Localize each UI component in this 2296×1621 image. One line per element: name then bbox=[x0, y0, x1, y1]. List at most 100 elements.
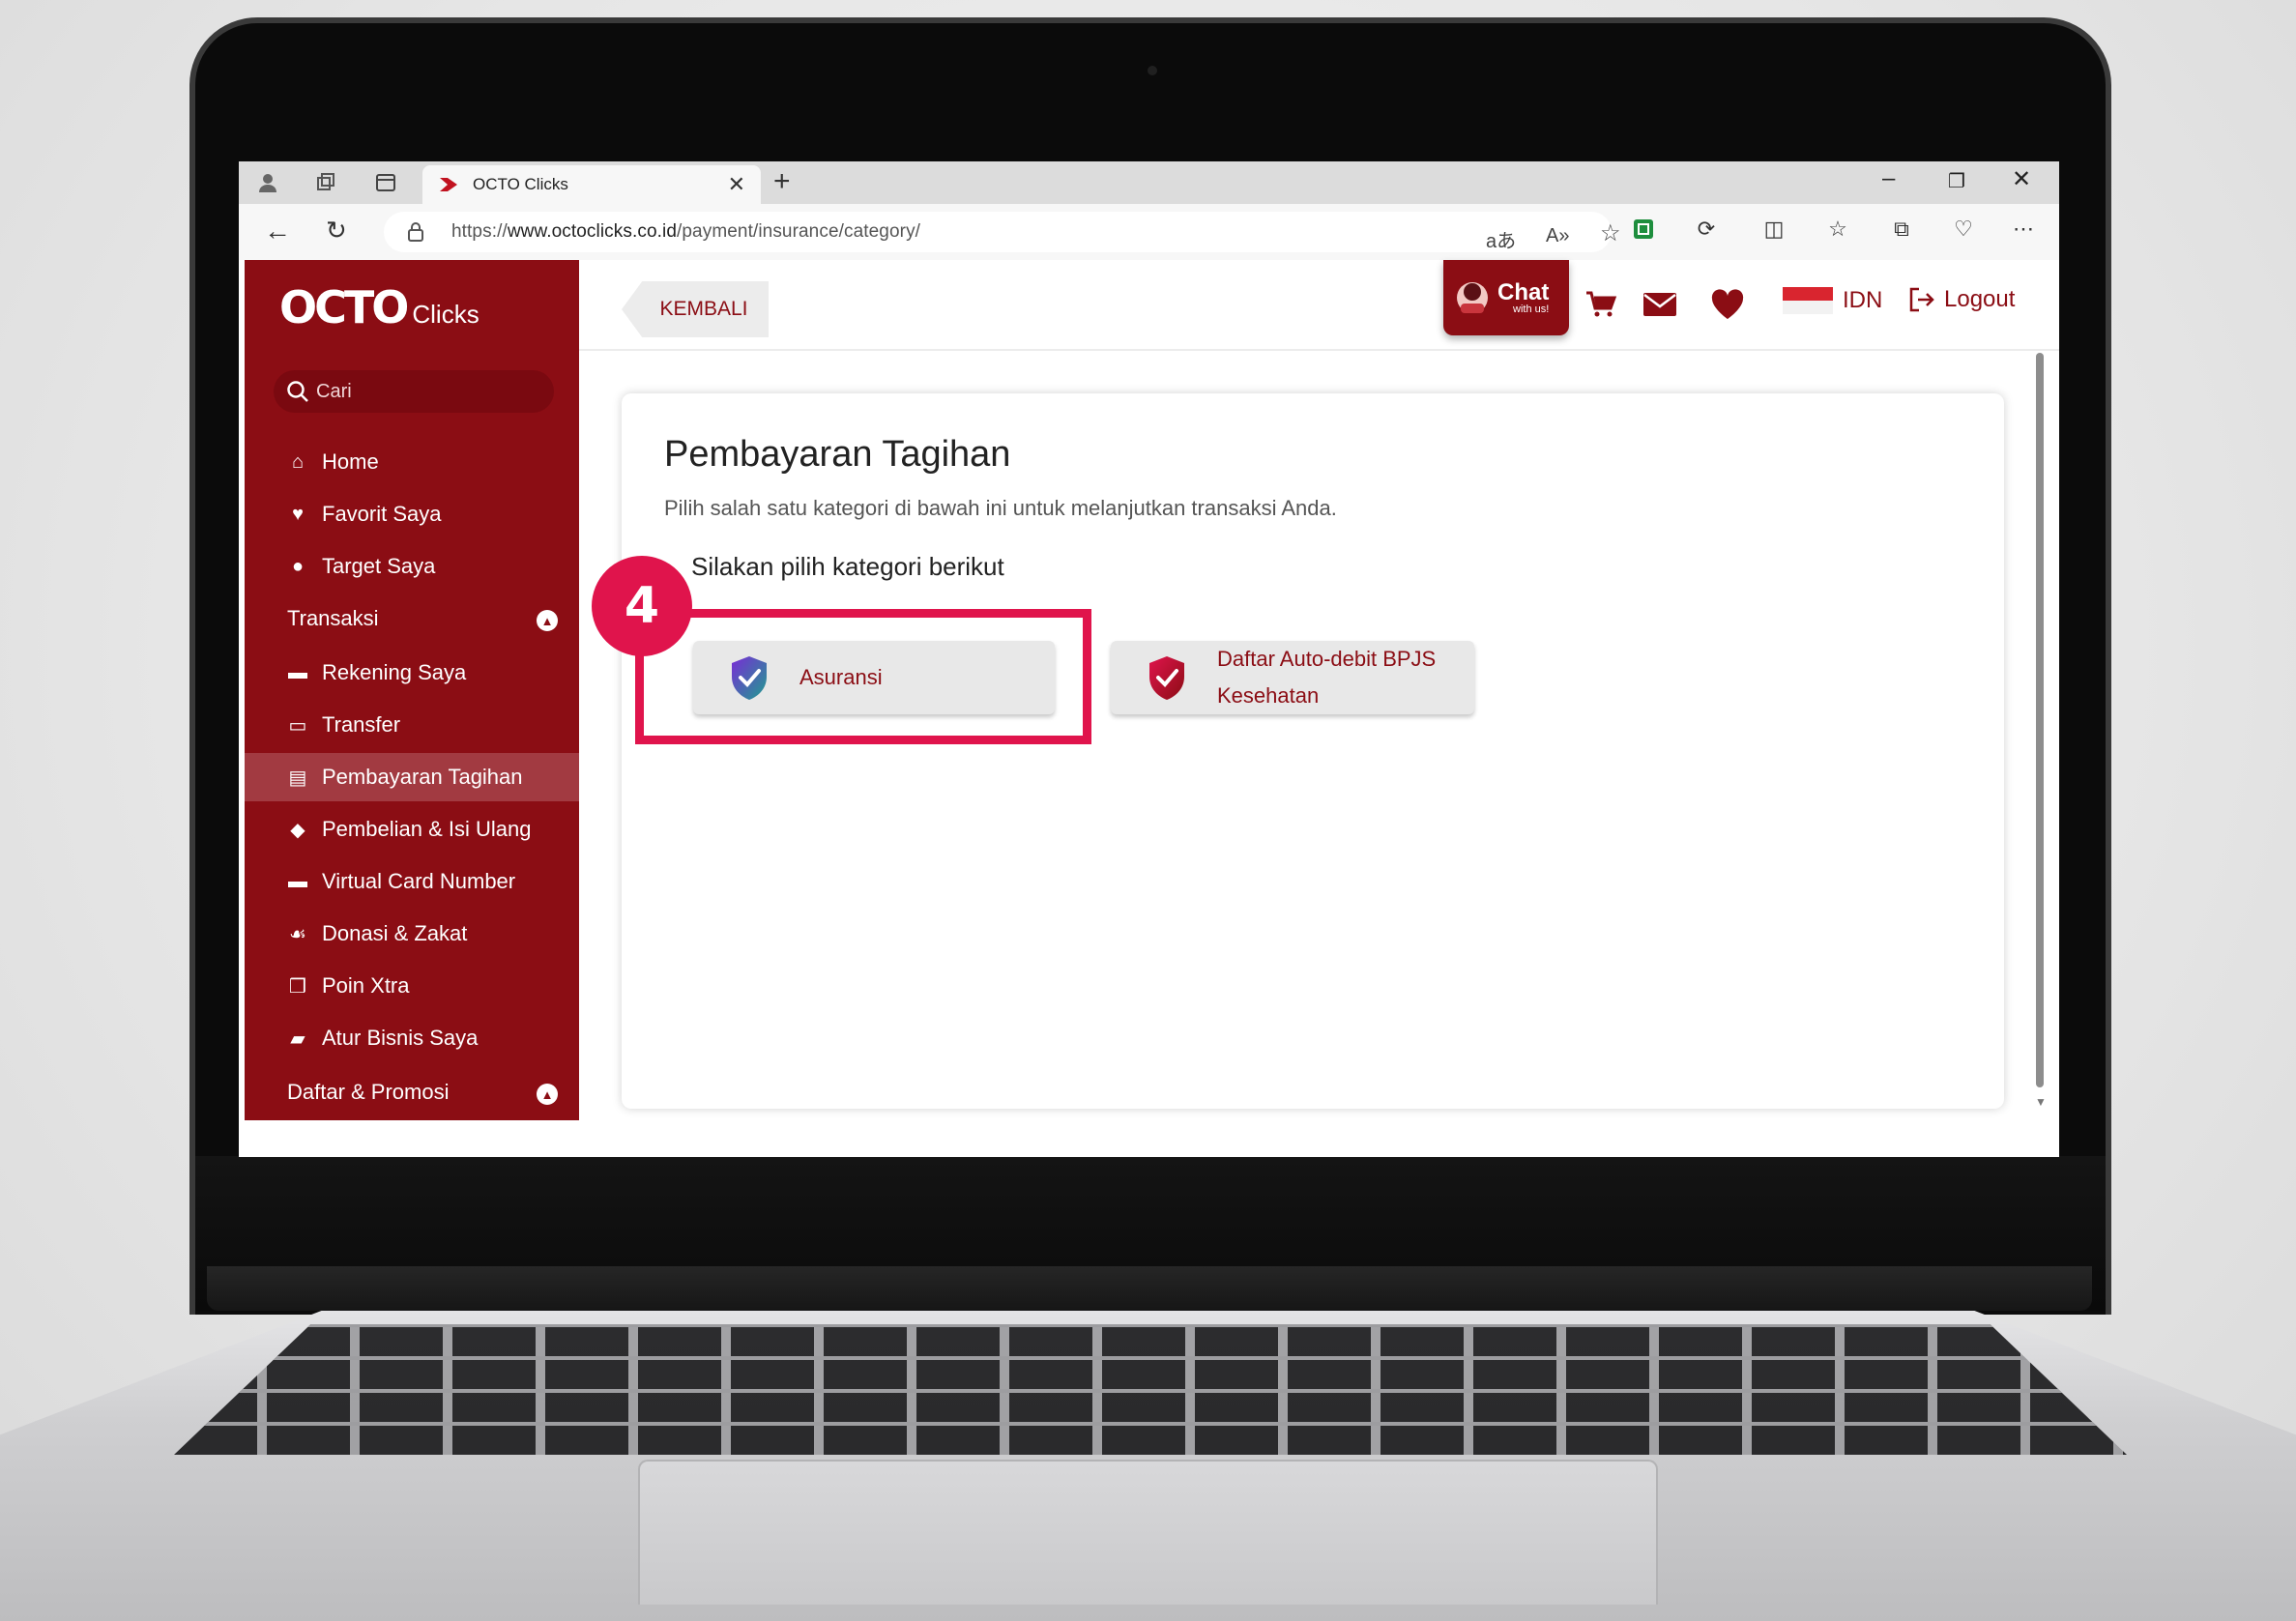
search-icon bbox=[287, 381, 308, 402]
content-card: Pembayaran Tagihan Pilih salah satu kate… bbox=[622, 393, 2004, 1109]
sidebar-item-rekening-saya[interactable]: ▬ Rekening Saya bbox=[245, 649, 579, 697]
location-pin-icon: ● bbox=[291, 555, 305, 577]
sidebar-item-label: Pembayaran Tagihan bbox=[322, 765, 523, 789]
sidebar-section-label: Transaksi bbox=[287, 606, 379, 630]
page-subtitle: Pilih salah satu kategori di bawah ini u… bbox=[664, 496, 1337, 520]
refresh-icon[interactable]: ↻ bbox=[326, 216, 347, 246]
logout-button[interactable]: Logout bbox=[1907, 285, 2015, 314]
kembali-button[interactable]: KEMBALI bbox=[622, 281, 769, 337]
sidebar-item-home[interactable]: ⌂ Home bbox=[245, 438, 579, 486]
minimize-icon[interactable]: – bbox=[1882, 165, 1895, 192]
chat-sublabel: with us! bbox=[1513, 303, 1550, 315]
browser-tab[interactable]: OCTO Clicks ✕ bbox=[422, 165, 761, 204]
laptop-hinge bbox=[207, 1266, 2092, 1311]
donation-icon: ☙ bbox=[289, 923, 306, 945]
keyboard-row-lines bbox=[174, 1324, 2127, 1455]
extension-green-icon[interactable] bbox=[1630, 216, 1657, 243]
gift-icon: ❒ bbox=[289, 975, 306, 998]
chat-button[interactable]: Chat with us! bbox=[1443, 260, 1569, 335]
collections-icon[interactable]: ⧉ bbox=[1888, 216, 1915, 243]
split-screen-icon[interactable]: ◫ bbox=[1760, 216, 1787, 243]
sidebar-item-label: Poin Xtra bbox=[322, 973, 410, 998]
sidebar-section-daftar-promosi[interactable]: Daftar & Promosi ▲ bbox=[245, 1068, 579, 1116]
restore-icon[interactable]: ❐ bbox=[1948, 169, 1965, 193]
sidebar: OCTO Clicks Cari ⌂ Home ♥ Favorit Saya ●… bbox=[245, 260, 579, 1120]
sidebar-item-poin-xtra[interactable]: ❒ Poin Xtra bbox=[245, 962, 579, 1010]
web-page: OCTO Clicks Cari ⌂ Home ♥ Favorit Saya ●… bbox=[239, 260, 2059, 1157]
url-text: https://www.octoclicks.co.id/payment/ins… bbox=[451, 221, 921, 242]
sidebar-search-input[interactable]: Cari bbox=[274, 370, 554, 413]
scroll-down-arrow-icon[interactable]: ▼ bbox=[2035, 1095, 2047, 1109]
browser-address-bar: ← ↻ https://www.octoclicks.co.id/payment… bbox=[239, 204, 2059, 260]
read-aloud-icon[interactable]: A» bbox=[1546, 225, 1569, 247]
shield-check-icon bbox=[1149, 656, 1184, 700]
favorite-star-icon[interactable]: ☆ bbox=[1600, 219, 1621, 247]
browser-essentials-icon[interactable]: ♡ bbox=[1950, 216, 1977, 243]
heart-icon: ♥ bbox=[292, 503, 304, 525]
step-number-badge: 4 bbox=[592, 556, 692, 656]
lock-icon bbox=[408, 222, 423, 242]
favorite-heart-icon[interactable] bbox=[1710, 285, 1745, 324]
workspaces-icon[interactable] bbox=[312, 169, 339, 196]
tab-actions-icon[interactable] bbox=[372, 169, 399, 196]
category-label: Daftar Auto-debit BPJS Kesehatan bbox=[1217, 647, 1437, 708]
profile-icon[interactable] bbox=[254, 169, 281, 196]
url-field[interactable]: https://www.octoclicks.co.id/payment/ins… bbox=[384, 212, 1621, 253]
sidebar-section-transaksi[interactable]: Transaksi ▲ bbox=[245, 594, 579, 643]
transfer-icon: ▭ bbox=[288, 714, 307, 737]
translate-icon[interactable]: aあ bbox=[1486, 225, 1516, 253]
scroll-thumb[interactable] bbox=[2036, 353, 2044, 1087]
sidebar-section-label: Daftar & Promosi bbox=[287, 1080, 450, 1104]
laptop-screen: OCTO Clicks ✕ + – ❐ ✕ ← ↻ https://www.oc… bbox=[239, 161, 2059, 1157]
card-icon: ▬ bbox=[288, 870, 307, 892]
indonesia-flag-icon bbox=[1783, 287, 1833, 314]
sidebar-item-pembayaran-tagihan[interactable]: ▤ Pembayaran Tagihan bbox=[245, 753, 579, 801]
chat-label: Chat bbox=[1497, 278, 1550, 305]
sidebar-item-label: Transfer bbox=[322, 712, 401, 737]
sidebar-item-label: Donasi & Zakat bbox=[322, 921, 468, 945]
sidebar-item-donasi-zakat[interactable]: ☙ Donasi & Zakat bbox=[245, 910, 579, 958]
category-prompt: Silakan pilih kategori berikut bbox=[691, 552, 1004, 581]
chevron-up-icon[interactable]: ▲ bbox=[537, 610, 558, 631]
logout-icon bbox=[1909, 287, 1934, 312]
sidebar-item-favorit-saya[interactable]: ♥ Favorit Saya bbox=[245, 490, 579, 538]
page-title: Pembayaran Tagihan bbox=[664, 434, 1011, 475]
tab-title: OCTO Clicks bbox=[473, 175, 568, 193]
browser-tab-bar: OCTO Clicks ✕ + – ❐ ✕ bbox=[239, 161, 2059, 204]
tag-icon: ◆ bbox=[290, 819, 305, 841]
more-menu-icon[interactable]: ⋯ bbox=[2010, 216, 2037, 243]
sidebar-item-label: Pembelian & Isi Ulang bbox=[322, 817, 532, 841]
cart-icon[interactable] bbox=[1584, 285, 1617, 324]
step-highlight-box bbox=[635, 609, 1091, 744]
sidebar-item-target-saya[interactable]: ● Target Saya bbox=[245, 542, 579, 591]
briefcase-icon: ▰ bbox=[290, 1028, 305, 1050]
extensions-puzzle-icon[interactable]: ⟳ bbox=[1693, 216, 1720, 243]
sidebar-item-atur-bisnis-saya[interactable]: ▰ Atur Bisnis Saya bbox=[245, 1014, 579, 1062]
sidebar-item-transfer[interactable]: ▭ Transfer bbox=[245, 701, 579, 749]
wallet-icon: ▬ bbox=[288, 661, 307, 683]
chevron-up-icon[interactable]: ▲ bbox=[537, 1084, 558, 1105]
sidebar-item-label: Favorit Saya bbox=[322, 502, 442, 526]
language-selector[interactable]: IDN bbox=[1783, 287, 1882, 314]
home-icon: ⌂ bbox=[291, 450, 305, 473]
bpjs-autodebit-button[interactable]: Daftar Auto-debit BPJS Kesehatan bbox=[1111, 641, 1474, 714]
favorites-list-icon[interactable]: ☆ bbox=[1824, 216, 1851, 243]
sidebar-item-label: Target Saya bbox=[322, 554, 436, 578]
mail-icon[interactable] bbox=[1642, 285, 1677, 324]
back-arrow-icon[interactable]: ← bbox=[264, 216, 291, 246]
page-scrollbar[interactable]: ▼ bbox=[2033, 353, 2047, 1109]
header-divider bbox=[579, 349, 2059, 351]
sidebar-item-label: Atur Bisnis Saya bbox=[322, 1026, 479, 1050]
window-close-icon[interactable]: ✕ bbox=[2012, 165, 2031, 193]
sidebar-item-label: Virtual Card Number bbox=[322, 869, 516, 893]
new-tab-icon[interactable]: + bbox=[773, 165, 791, 198]
sidebar-item-pembelian-isi-ulang[interactable]: ◆ Pembelian & Isi Ulang bbox=[245, 805, 579, 854]
sidebar-item-label: Home bbox=[322, 449, 379, 474]
sidebar-item-virtual-card-number[interactable]: ▬ Virtual Card Number bbox=[245, 857, 579, 906]
octo-clicks-logo[interactable]: OCTO Clicks bbox=[279, 281, 480, 333]
language-label: IDN bbox=[1843, 287, 1883, 313]
close-tab-icon[interactable]: ✕ bbox=[728, 172, 745, 197]
camera-dot bbox=[1148, 66, 1157, 75]
trackpad bbox=[638, 1460, 1658, 1605]
chat-mascot-icon bbox=[1457, 282, 1488, 313]
